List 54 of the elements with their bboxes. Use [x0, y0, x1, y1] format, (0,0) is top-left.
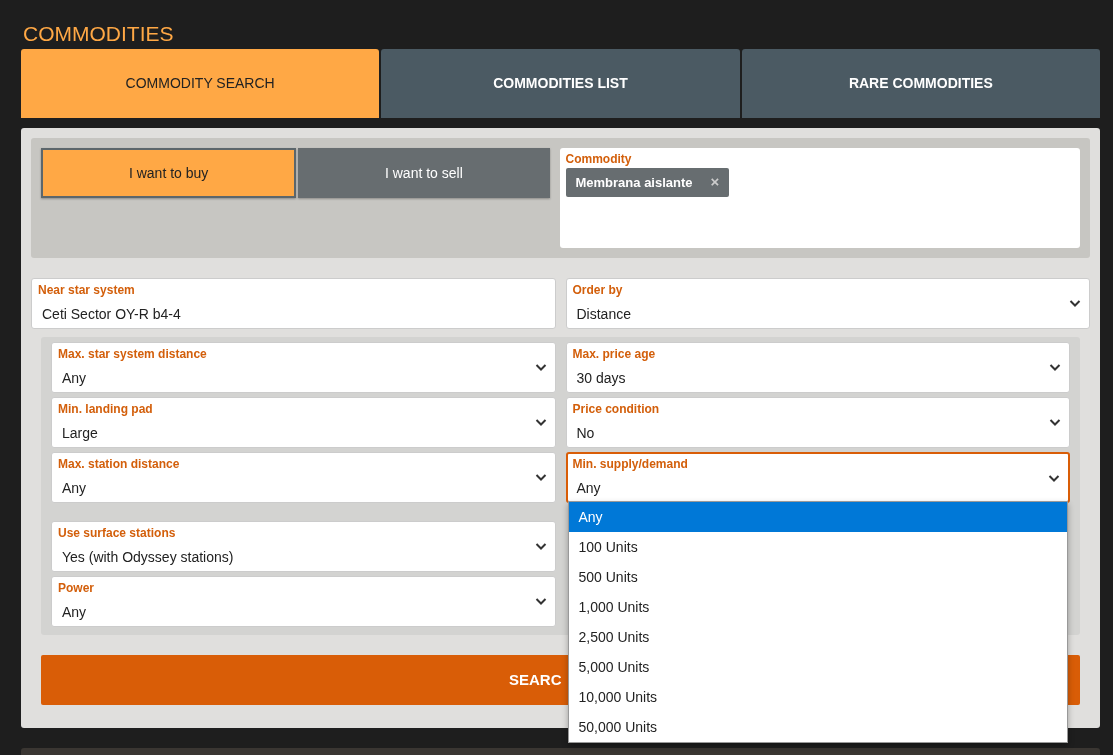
dropdown-option[interactable]: 50,000 Units	[568, 712, 1067, 742]
select-field[interactable]: Max. station distance Any	[51, 452, 556, 503]
chevron-icon	[534, 542, 547, 551]
dropdown-option[interactable]: 5,000 Units	[568, 652, 1067, 682]
field-value: 30 days	[576, 369, 626, 388]
field-label: Max. station distance	[58, 457, 181, 472]
tab[interactable]: RARE COMMODITIES	[741, 49, 1100, 118]
field-value: No	[576, 424, 595, 443]
dropdown-option[interactable]: 500 Units	[568, 562, 1067, 592]
tab[interactable]: COMMODITY SEARCH	[21, 49, 380, 118]
mode-button[interactable]: I want to buy	[41, 148, 297, 198]
field-label: Power	[58, 581, 95, 596]
field-label: Max. star system distance	[58, 347, 208, 362]
field-label: Min. supply/demand	[572, 457, 689, 472]
field-label: Near star system	[38, 283, 136, 298]
dropdown-option[interactable]: 2,500 Units	[568, 622, 1067, 652]
select-field[interactable]: Min. landing pad Large	[51, 397, 556, 448]
chevron-icon	[534, 418, 547, 427]
field-value: Large	[62, 424, 98, 443]
select-field[interactable]: Use surface stations Yes (with Odyssey stations)	[51, 521, 556, 572]
dropdown-option[interactable]: 100 Units	[568, 532, 1067, 562]
field-label: Commodity	[565, 152, 633, 167]
dropdown-option[interactable]: 1,000 Units	[568, 592, 1067, 622]
field-value: Any	[62, 369, 87, 388]
field-value: Ceti Sector OY-R b4-4	[42, 305, 181, 324]
select-field[interactable]: Power Any	[51, 576, 556, 627]
field-label: Max. price age	[572, 347, 657, 362]
field-label: Min. landing pad	[58, 402, 154, 417]
field-value: Distance	[576, 305, 631, 324]
page-title: COMMODITIES	[23, 21, 175, 47]
chevron-icon	[534, 597, 547, 606]
field-label: Order by	[572, 283, 624, 298]
field-value: Any	[62, 479, 87, 498]
chevron-icon	[1049, 363, 1061, 372]
chevron-icon	[534, 473, 547, 482]
commodity-field[interactable]: Commodity Membrana aislante ×	[559, 148, 1080, 248]
input-field[interactable]: Near star system Ceti Sector OY-R b4-4	[31, 278, 556, 329]
select-field[interactable]: Order by Distance	[565, 278, 1090, 329]
tab[interactable]: COMMODITIES LIST	[381, 49, 740, 118]
dropdown-option[interactable]: Any	[568, 502, 1067, 532]
field-label: Price condition	[572, 402, 661, 417]
select-field[interactable]: Max. price age 30 days	[565, 342, 1070, 393]
select-field[interactable]: Price condition No	[565, 397, 1070, 448]
chevron-icon	[1049, 418, 1061, 427]
chevron-icon	[534, 363, 547, 372]
field-value: Any	[576, 479, 601, 498]
field-label: Use surface stations	[58, 526, 177, 541]
field-value: Any	[62, 603, 87, 622]
tag-text: Membrana aislante	[575, 173, 693, 192]
field-value: Yes (with Odyssey stations)	[62, 548, 234, 567]
mode-button[interactable]: I want to sell	[298, 148, 550, 198]
chevron-icon	[1048, 474, 1060, 483]
select-field[interactable]: Max. star system distance Any	[51, 342, 556, 393]
chevron-icon	[1069, 299, 1081, 308]
